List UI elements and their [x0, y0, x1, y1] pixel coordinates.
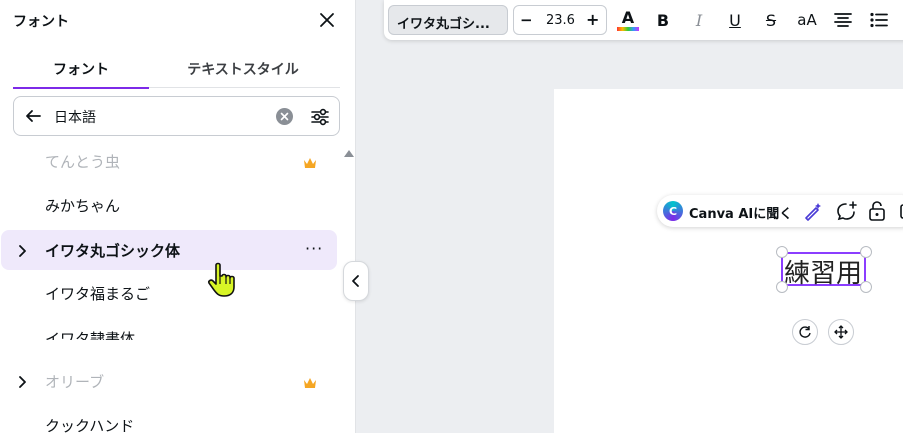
selected-text-element[interactable]: 練習用	[781, 252, 866, 289]
tab-font[interactable]: フォント	[13, 50, 149, 89]
font-name: イワタ隷書体	[45, 330, 136, 340]
font-size-input[interactable]: 23.6	[546, 13, 575, 28]
resize-handle[interactable]	[776, 281, 788, 293]
font-name: イワタ福まるご	[45, 285, 151, 303]
underline-icon[interactable]: U	[723, 8, 747, 32]
filter-icon[interactable]	[309, 106, 331, 132]
font-item-iwata-reisho[interactable]: イワタ隷書体	[1, 318, 337, 340]
font-name: クックハンド	[45, 417, 135, 433]
magic-edit-icon[interactable]	[803, 201, 823, 225]
font-family-select[interactable]: イワタ丸ゴシ...	[388, 5, 508, 35]
resize-handle[interactable]	[860, 246, 872, 258]
rotate-button[interactable]	[792, 319, 818, 345]
font-item-tentoumushi[interactable]: てんとう虫	[1, 141, 337, 181]
font-size-stepper: − 23.6 +	[513, 5, 607, 35]
resize-handle[interactable]	[860, 281, 872, 293]
back-arrow-icon[interactable]	[24, 107, 42, 129]
rotate-icon	[799, 326, 811, 338]
ask-canva-ai-button[interactable]: Canva AIに聞く	[689, 203, 792, 222]
bullet-list-icon[interactable]	[867, 8, 891, 32]
font-name: イワタ丸ゴシック体	[45, 242, 181, 260]
increase-size-button[interactable]: +	[586, 10, 599, 29]
font-name: みかちゃん	[45, 197, 121, 215]
chevron-right-icon[interactable]	[17, 374, 27, 393]
collapse-panel-button[interactable]	[343, 261, 369, 301]
search-input[interactable]: 日本語	[54, 107, 96, 127]
font-item-mikachan[interactable]: みかちゃん	[1, 185, 337, 225]
scroll-up-arrow-icon[interactable]	[344, 150, 354, 157]
text-color-icon: A	[621, 7, 635, 27]
tab-text-style[interactable]: テキストスタイル	[173, 50, 313, 88]
resize-handle[interactable]	[776, 246, 788, 258]
canva-ai-bar: C Canva AIに聞く	[657, 195, 903, 227]
close-icon	[320, 13, 334, 27]
panel-title: フォント	[13, 14, 69, 30]
crown-icon	[303, 154, 317, 173]
move-icon	[834, 325, 848, 339]
letter-case-icon[interactable]: aA	[795, 8, 819, 32]
close-button[interactable]	[316, 9, 338, 31]
crown-icon	[303, 374, 317, 393]
font-search: 日本語	[13, 96, 340, 136]
font-item-iwata-fukumarugo[interactable]: イワタ福まるご	[1, 273, 337, 313]
canva-logo-icon: C	[663, 201, 683, 221]
bold-icon[interactable]: B	[651, 8, 675, 32]
font-item-cookhand[interactable]: クックハンド	[1, 405, 337, 433]
decrease-size-button[interactable]: −	[520, 11, 533, 29]
comment-add-icon[interactable]	[836, 201, 858, 225]
text-content[interactable]: 練習用	[784, 253, 862, 290]
text-color-button[interactable]: A	[616, 8, 640, 32]
clear-search-icon[interactable]	[276, 108, 293, 125]
align-center-icon[interactable]	[831, 8, 855, 32]
lock-icon[interactable]	[868, 201, 886, 225]
font-panel: フォント フォント テキストスタイル 日本語 てんとう虫 みかちゃん イワタ丸ゴ…	[0, 0, 356, 433]
move-button[interactable]	[828, 319, 854, 345]
tab-bar: フォント テキストスタイル	[13, 50, 340, 89]
font-name: てんとう虫	[45, 153, 121, 171]
text-toolbar: イワタ丸ゴシ... − 23.6 + A B I U S aA	[384, 0, 903, 40]
font-name: オリーブ	[45, 373, 105, 391]
strikethrough-icon[interactable]: S	[759, 8, 783, 32]
chevron-left-icon	[352, 275, 359, 287]
font-list: てんとう虫 みかちゃん イワタ丸ゴシック体 ··· イワタ福まるご イワタ隷書体…	[0, 140, 340, 433]
font-item-olive[interactable]: オリーブ	[1, 361, 337, 401]
italic-icon[interactable]: I	[687, 8, 711, 32]
hand-cursor-icon	[206, 262, 240, 302]
font-item-iwata-maru-gothic[interactable]: イワタ丸ゴシック体 ···	[1, 230, 337, 270]
chevron-right-icon[interactable]	[17, 243, 27, 262]
more-options-icon[interactable]: ···	[305, 239, 323, 258]
copy-icon[interactable]	[899, 201, 903, 225]
